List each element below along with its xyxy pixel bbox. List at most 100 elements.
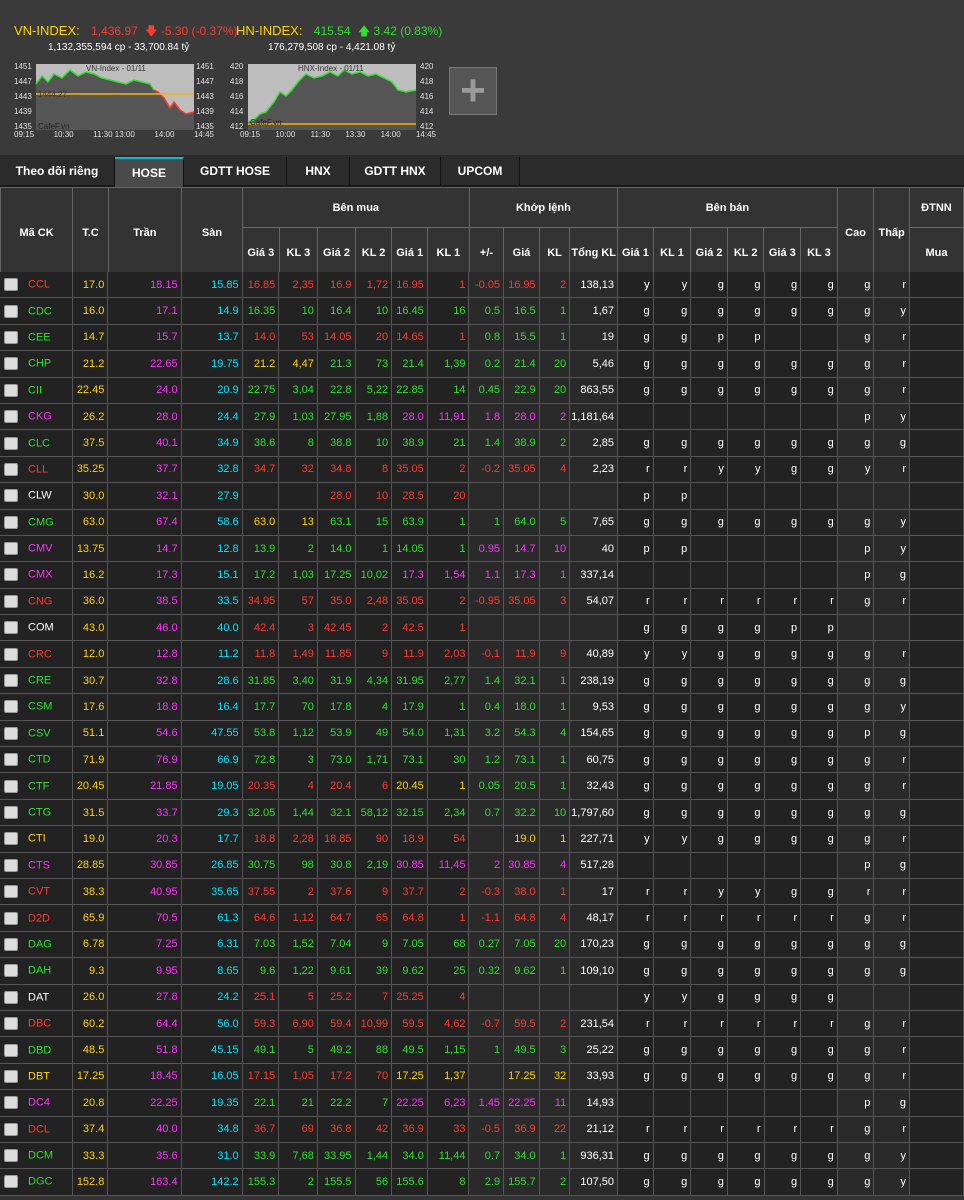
table-row[interactable]: CHP 21.2 22.65 19.75 21.2 4,47 21.3 73 21.4 1,39 0… — [0, 350, 964, 378]
symbol-cell[interactable]: DBC — [0, 1010, 73, 1038]
watch-checkbox[interactable] — [4, 594, 18, 608]
watch-checkbox[interactable] — [4, 515, 18, 529]
table-row[interactable]: DBT 17.25 18.45 16.05 17.15 1,05 17.2 70 17.25 1,… — [0, 1063, 964, 1091]
watch-checkbox[interactable] — [4, 779, 18, 793]
symbol-cell[interactable]: CLC — [0, 429, 73, 457]
col-match-vol[interactable]: KL — [538, 227, 571, 278]
table-row[interactable]: DBD 48.5 51.8 45.15 49.1 5 49.2 88 49.5 1,15 1 49.5… — [0, 1036, 964, 1064]
symbol-cell[interactable]: CKG — [0, 403, 73, 431]
col-match-price[interactable]: Giá — [503, 227, 540, 278]
table-row[interactable]: CSM 17.6 18.8 16.4 17.7 70 17.8 4 17.9 1 0.4 18.0 1 9… — [0, 693, 964, 721]
col-total-vol[interactable]: Tổng KL — [569, 227, 619, 278]
watch-checkbox[interactable] — [4, 674, 18, 688]
col-ask-vol-1[interactable]: KL 1 — [652, 227, 692, 278]
symbol-cell[interactable]: CTD — [0, 746, 73, 774]
table-row[interactable]: D2D 65.9 70.5 61.3 64.6 1,12 64.7 65 64.8 1 -1.1 64… — [0, 904, 964, 932]
col-bid-vol-3[interactable]: KL 3 — [278, 227, 319, 278]
watch-checkbox[interactable] — [4, 462, 18, 476]
table-row[interactable]: DCL 37.4 40.0 34.8 36.7 69 36.8 42 36.9 33 -0.5 36.… — [0, 1116, 964, 1143]
col-foreign-buy[interactable]: Mua — [908, 227, 964, 278]
col-ask-price-2[interactable]: Giá 2 — [690, 227, 728, 278]
watch-checkbox[interactable] — [4, 1017, 18, 1031]
table-row[interactable]: CEE 14.7 15.7 13.7 14.0 53 14.05 20 14.65 1 0.8 15.… — [0, 324, 964, 352]
col-high[interactable]: Cao — [836, 187, 875, 278]
symbol-cell[interactable]: CII — [0, 377, 73, 404]
table-row[interactable]: CSV 51.1 54.6 47.55 53.8 1,12 53.9 49 54.0 1,31 3.… — [0, 720, 964, 748]
table-row[interactable]: DAT 26.0 27.8 24.2 25.1 5 25.2 7 25.25 4 y y g g g g — [0, 984, 964, 1011]
symbol-cell[interactable]: CSV — [0, 720, 73, 748]
table-row[interactable]: DAH 9.3 9.95 8.65 9.6 1,22 9.61 39 9.62 25 0.32 9.6… — [0, 957, 964, 985]
watch-checkbox[interactable] — [4, 568, 18, 582]
watch-checkbox[interactable] — [4, 885, 18, 899]
col-bid-vol-1[interactable]: KL 1 — [426, 227, 470, 278]
symbol-cell[interactable]: DAG — [0, 931, 73, 959]
col-bid-price-3[interactable]: Giá 3 — [241, 227, 280, 278]
symbol-cell[interactable]: DC4 — [0, 1089, 73, 1117]
watch-checkbox[interactable] — [4, 937, 18, 951]
tab-hnx[interactable]: HNX — [287, 157, 350, 185]
table-row[interactable]: DAG 6.78 7.25 6.31 7.03 1,52 7.04 9 7.05 68 0.27 7.… — [0, 931, 964, 959]
watch-checkbox[interactable] — [4, 858, 18, 872]
table-row[interactable]: CDC 16.0 17.1 14.9 16.35 10 16.4 10 16.45 16 0.5 16… — [0, 297, 964, 325]
table-row[interactable]: DC4 20.8 22.25 19.35 22.1 21 22.2 7 22.25 6,23 1.4… — [0, 1089, 964, 1117]
col-symbol[interactable]: Mã CK — [0, 187, 74, 278]
symbol-cell[interactable]: CHP — [0, 350, 73, 378]
symbol-cell[interactable]: D2D — [0, 904, 73, 932]
symbol-cell[interactable]: CMX — [0, 561, 73, 589]
symbol-cell[interactable]: CSM — [0, 693, 73, 721]
table-row[interactable]: DGC 152.8 163.4 142.2 155.3 2 155.5 56 155.6 8 2.9… — [0, 1168, 964, 1196]
col-ceiling[interactable]: Trần — [107, 187, 182, 278]
watch-checkbox[interactable] — [4, 1043, 18, 1057]
col-bid-vol-2[interactable]: KL 2 — [354, 227, 393, 278]
table-row[interactable]: CRE 30.7 32.8 28.6 31.85 3,40 31.9 4,34 31.95 2,7… — [0, 667, 964, 695]
col-change[interactable]: +/- — [468, 227, 505, 278]
add-chart-button[interactable]: + — [449, 67, 497, 115]
watch-checkbox[interactable] — [4, 357, 18, 371]
symbol-cell[interactable]: CTI — [0, 825, 73, 853]
table-row[interactable]: CII 22.45 24.0 20.9 22.75 3,04 22.8 5,22 22.85 14… — [0, 377, 964, 404]
watch-checkbox[interactable] — [4, 964, 18, 978]
watch-checkbox[interactable] — [4, 278, 18, 292]
table-row[interactable]: CCL 17.0 18.15 15.85 16.85 2,35 16.9 1,72 16.95 1… — [0, 272, 964, 299]
table-row[interactable]: DCM 33.3 35.6 31.0 33.9 7,68 33.95 1,44 34.0 11,4… — [0, 1142, 964, 1170]
symbol-cell[interactable]: CCL — [0, 272, 73, 299]
tab-watchlist[interactable]: Theo dõi riêng — [0, 157, 115, 185]
table-row[interactable]: CRC 12.0 12.8 11.2 11.8 1,49 11.85 9 11.9 2,03 -0.… — [0, 640, 964, 668]
watch-checkbox[interactable] — [4, 990, 18, 1004]
watch-checkbox[interactable] — [4, 410, 18, 424]
table-row[interactable]: COM 43.0 46.0 40.0 42.4 3 42.45 2 42.5 1 g g g g p p — [0, 614, 964, 642]
watch-checkbox[interactable] — [4, 911, 18, 925]
table-row[interactable]: CVT 38.3 40.95 35.65 37.55 2 37.6 9 37.7 2 -0.3 38.… — [0, 878, 964, 906]
col-bid-price-1[interactable]: Giá 1 — [391, 227, 428, 278]
symbol-cell[interactable]: CVT — [0, 878, 73, 906]
watch-checkbox[interactable] — [4, 1175, 18, 1189]
watch-checkbox[interactable] — [4, 304, 18, 318]
symbol-cell[interactable]: DBT — [0, 1063, 73, 1091]
table-row[interactable]: CNG 36.0 38.5 33.5 34.95 57 35.0 2,48 35.05 2 -0.9… — [0, 588, 964, 616]
watch-checkbox[interactable] — [4, 383, 18, 397]
watch-checkbox[interactable] — [4, 330, 18, 344]
watch-checkbox[interactable] — [4, 647, 18, 661]
symbol-cell[interactable]: COM — [0, 614, 73, 642]
watch-checkbox[interactable] — [4, 700, 18, 714]
col-ask-vol-3[interactable]: KL 3 — [800, 227, 838, 278]
watch-checkbox[interactable] — [4, 621, 18, 635]
watch-checkbox[interactable] — [4, 806, 18, 819]
col-bid-price-2[interactable]: Giá 2 — [317, 227, 356, 278]
table-row[interactable]: CLW 30.0 32.1 27.9 28.0 10 28.5 20 p p — [0, 482, 964, 510]
symbol-cell[interactable]: CTS — [0, 852, 73, 879]
table-row[interactable]: CMX 16.2 17.3 15.1 17.2 1,03 17.25 10,02 17.3 1,5… — [0, 561, 964, 589]
symbol-cell[interactable]: CRC — [0, 640, 73, 668]
tab-upcom[interactable]: UPCOM — [441, 157, 520, 185]
watch-checkbox[interactable] — [4, 1122, 18, 1136]
tab-gdtt-hose[interactable]: GDTT HOSE — [184, 157, 287, 185]
symbol-cell[interactable]: DCM — [0, 1142, 73, 1170]
symbol-cell[interactable]: CRE — [0, 667, 73, 695]
table-row[interactable]: CLL 35.25 37.7 32.8 34.7 32 34.8 8 35.05 2 -0.2 35.… — [0, 456, 964, 484]
symbol-cell[interactable]: CMV — [0, 535, 73, 563]
symbol-cell[interactable]: DAH — [0, 957, 73, 985]
table-row[interactable]: DBC 60.2 64.4 56.0 59.3 6,90 59.4 10,99 59.5 4,62… — [0, 1010, 964, 1038]
col-ref-price[interactable]: T.C — [72, 187, 109, 278]
symbol-cell[interactable]: CLL — [0, 456, 73, 484]
symbol-cell[interactable]: DGC — [0, 1168, 73, 1196]
